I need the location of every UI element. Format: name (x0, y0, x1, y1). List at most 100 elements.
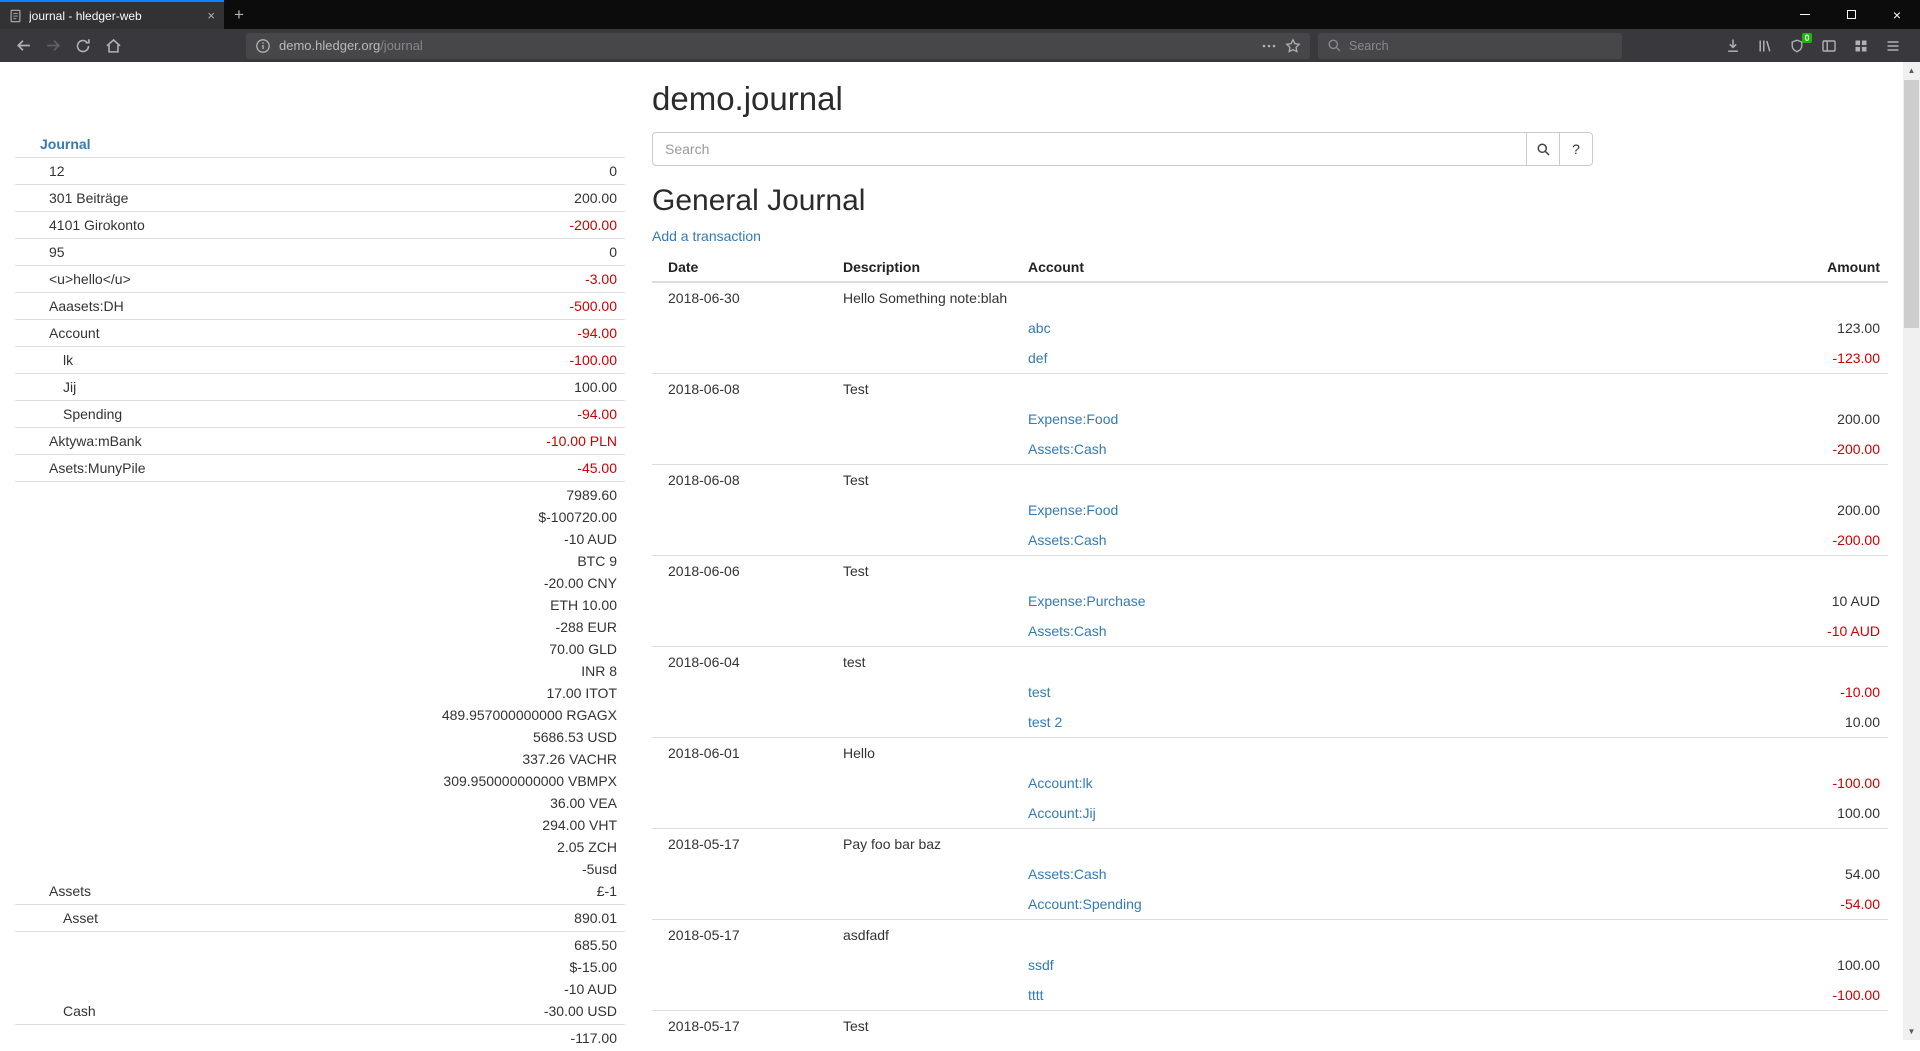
posting-account-link[interactable]: Assets:Cash (1028, 623, 1107, 639)
sidebar-account-link[interactable]: Asset (63, 907, 98, 929)
sidebar-balance: 0 (271, 158, 625, 185)
posting-account-link[interactable]: abc (1028, 320, 1051, 336)
bookmark-star-icon[interactable] (1285, 38, 1301, 54)
sidebar-account-link[interactable]: 12 (49, 160, 65, 182)
sidebar-account-row: Aaasets:DH -500.00 (15, 293, 625, 320)
browser-search-field[interactable]: Search (1318, 33, 1622, 59)
posting-account-link[interactable]: test 2 (1028, 714, 1062, 730)
search-help-button[interactable]: ? (1559, 132, 1593, 166)
sidebar-account-row: Jij 100.00 (15, 374, 625, 401)
sidebar-account-row: 4101 Girokonto -200.00 (15, 212, 625, 239)
posting-account-link[interactable]: Assets:Cash (1028, 532, 1107, 548)
sidebar-balance: 890.01 (271, 905, 625, 932)
extension-button[interactable]: 0 (1782, 32, 1812, 60)
tx-date: 2018-06-01 (652, 738, 835, 769)
sidebar-account-link[interactable]: Cash (63, 1000, 96, 1022)
sidebar-toggle-button[interactable] (1814, 32, 1844, 60)
sidebar-account-link[interactable]: Aktywa:mBank (49, 430, 142, 452)
page-actions-icon[interactable] (1261, 38, 1277, 54)
sidebar-journal-link[interactable]: Journal (40, 136, 91, 152)
tx-description: Test (835, 374, 1020, 405)
sidebar-account-link[interactable]: 4101 Girokonto (49, 214, 145, 236)
transaction-row[interactable]: 2018-06-08 Test (652, 465, 1888, 496)
url-bar[interactable]: demo.hledger.org/journal (246, 33, 1310, 59)
sidebar-account-link[interactable]: Jij (63, 376, 76, 398)
transaction-row[interactable]: 2018-06-08 Test (652, 374, 1888, 405)
posting-row: Assets:Cash -200.00 (652, 525, 1888, 556)
home-button[interactable] (98, 32, 128, 60)
transaction-row[interactable]: 2018-06-06 Test (652, 556, 1888, 587)
posting-row: Expense:Purchase 10 AUD (652, 586, 1888, 616)
library-button[interactable] (1750, 32, 1780, 60)
balance-amount: -5usd (279, 858, 617, 880)
window-maximize-button[interactable] (1828, 0, 1874, 29)
balance-amount: BTC 9 (279, 550, 617, 572)
transaction-row[interactable]: 2018-06-30 Hello Something note:blah (652, 282, 1888, 313)
scrollbar-down-arrow-icon[interactable]: ▼ (1903, 1023, 1920, 1040)
tab-close-icon[interactable]: × (207, 9, 215, 22)
balance-amount: 0 (279, 160, 617, 182)
add-transaction-link[interactable]: Add a transaction (652, 228, 761, 244)
sidebar-account-link[interactable]: 301 Beiträge (49, 187, 128, 209)
scrollbar-thumb[interactable] (1904, 80, 1919, 328)
scrollbar-up-arrow-icon[interactable]: ▲ (1903, 62, 1920, 79)
new-tab-button[interactable]: + (224, 0, 254, 29)
sidebar-account-link[interactable]: Account (49, 322, 100, 344)
reload-button[interactable] (68, 32, 98, 60)
balance-amount: -288 EUR (279, 616, 617, 638)
posting-amount: 200.00 (1758, 495, 1888, 525)
posting-account-link[interactable]: Account:Spending (1028, 896, 1142, 912)
posting-row: Assets:Cash -200.00 (652, 434, 1888, 465)
posting-account-link[interactable]: Expense:Food (1028, 502, 1118, 518)
site-info-icon[interactable] (255, 38, 271, 54)
balance-amount: 2.05 ZCH (279, 836, 617, 858)
posting-row: test 2 10.00 (652, 707, 1888, 738)
journal-search-input[interactable] (652, 132, 1527, 166)
posting-amount: -123.00 (1758, 343, 1888, 374)
page-scrollbar[interactable]: ▲ ▼ (1903, 62, 1920, 1040)
sidebar-account-link[interactable]: lk (63, 349, 73, 371)
posting-account-link[interactable]: test (1028, 684, 1051, 700)
sidebar-account-link[interactable]: Aaasets:DH (49, 295, 124, 317)
balance-amount: -20.00 CNY (279, 572, 617, 594)
register-header-row: Date Description Account Amount (652, 253, 1888, 282)
window-minimize-button[interactable] (1782, 0, 1828, 29)
posting-account-link[interactable]: ssdf (1028, 957, 1054, 973)
back-button[interactable] (8, 32, 38, 60)
posting-amount: 10.00 (1758, 707, 1888, 738)
posting-account-link[interactable]: Assets:Cash (1028, 441, 1107, 457)
journal-search-button[interactable] (1526, 132, 1560, 166)
sidebar-account-link[interactable]: 95 (49, 241, 65, 263)
posting-account-link[interactable]: Expense:Purchase (1028, 593, 1146, 609)
forward-button[interactable] (38, 32, 68, 60)
posting-account-link[interactable]: Account:lk (1028, 775, 1093, 791)
posting-account-link[interactable]: Assets:Cash (1028, 866, 1107, 882)
menu-hamburger-button[interactable] (1878, 32, 1908, 60)
sidebar-account-link[interactable]: Asets:MunyPile (49, 457, 145, 479)
posting-amount: -200.00 (1758, 434, 1888, 465)
balance-amount: -100.00 (279, 349, 617, 371)
transaction-row[interactable]: 2018-05-17 Test (652, 1011, 1888, 1042)
sidebar-account-link[interactable]: Spending (63, 403, 122, 425)
window-close-button[interactable]: × (1874, 0, 1920, 29)
browser-search-placeholder: Search (1349, 39, 1389, 53)
transaction-row[interactable]: 2018-05-17 Pay foo bar baz (652, 829, 1888, 860)
tab-title: journal - hledger-web (29, 9, 200, 23)
browser-tab[interactable]: journal - hledger-web × (0, 0, 224, 29)
journal-search-form: ? (652, 132, 1888, 166)
tx-description: Test (835, 556, 1020, 587)
posting-account-link[interactable]: tttt (1028, 987, 1044, 1003)
transaction-row[interactable]: 2018-05-17 asdfadf (652, 920, 1888, 951)
balance-amount: 200.00 (279, 187, 617, 209)
header-date: Date (652, 253, 835, 282)
sidebar-account-link[interactable]: Assets (49, 880, 91, 902)
transaction-row[interactable]: 2018-06-01 Hello (652, 738, 1888, 769)
downloads-button[interactable] (1718, 32, 1748, 60)
sidebar-account-link[interactable]: <u>hello</u> (49, 268, 131, 290)
posting-account-link[interactable]: def (1028, 350, 1047, 366)
grid-apps-button[interactable] (1846, 32, 1876, 60)
posting-account-link[interactable]: Expense:Food (1028, 411, 1118, 427)
posting-account-link[interactable]: Account:Jij (1028, 805, 1096, 821)
balance-amount: INR 8 (279, 660, 617, 682)
transaction-row[interactable]: 2018-06-04 test (652, 647, 1888, 678)
